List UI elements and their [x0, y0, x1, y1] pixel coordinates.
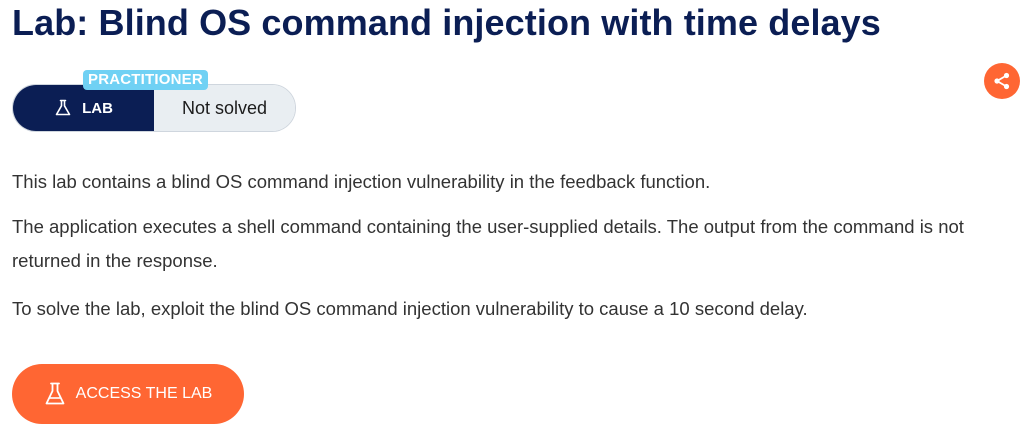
lab-type-tag: LAB — [13, 85, 154, 131]
flask-icon — [55, 99, 71, 116]
lab-status-widget: LAB Not solved — [12, 84, 296, 132]
description-paragraph-3: To solve the lab, exploit the blind OS c… — [12, 298, 808, 319]
share-button[interactable] — [984, 63, 1020, 99]
solve-status: Not solved — [154, 85, 295, 131]
share-icon — [994, 72, 1010, 90]
solve-status-label: Not solved — [181, 97, 268, 118]
access-lab-button[interactable]: ACCESS THE LAB — [12, 364, 244, 424]
lab-page: Lab: Blind OS command injection with tim… — [0, 0, 1024, 433]
description-paragraph-1: This lab contains a blind OS command inj… — [12, 171, 711, 192]
level-badge: PRACTITIONER — [83, 70, 208, 90]
access-lab-label: ACCESS THE LAB — [75, 385, 213, 402]
flask-icon — [45, 382, 65, 405]
page-title: Lab: Blind OS command injection with tim… — [12, 2, 881, 43]
lab-type-label: LAB — [82, 99, 113, 117]
description-paragraph-2: The application executes a shell command… — [12, 216, 964, 271]
